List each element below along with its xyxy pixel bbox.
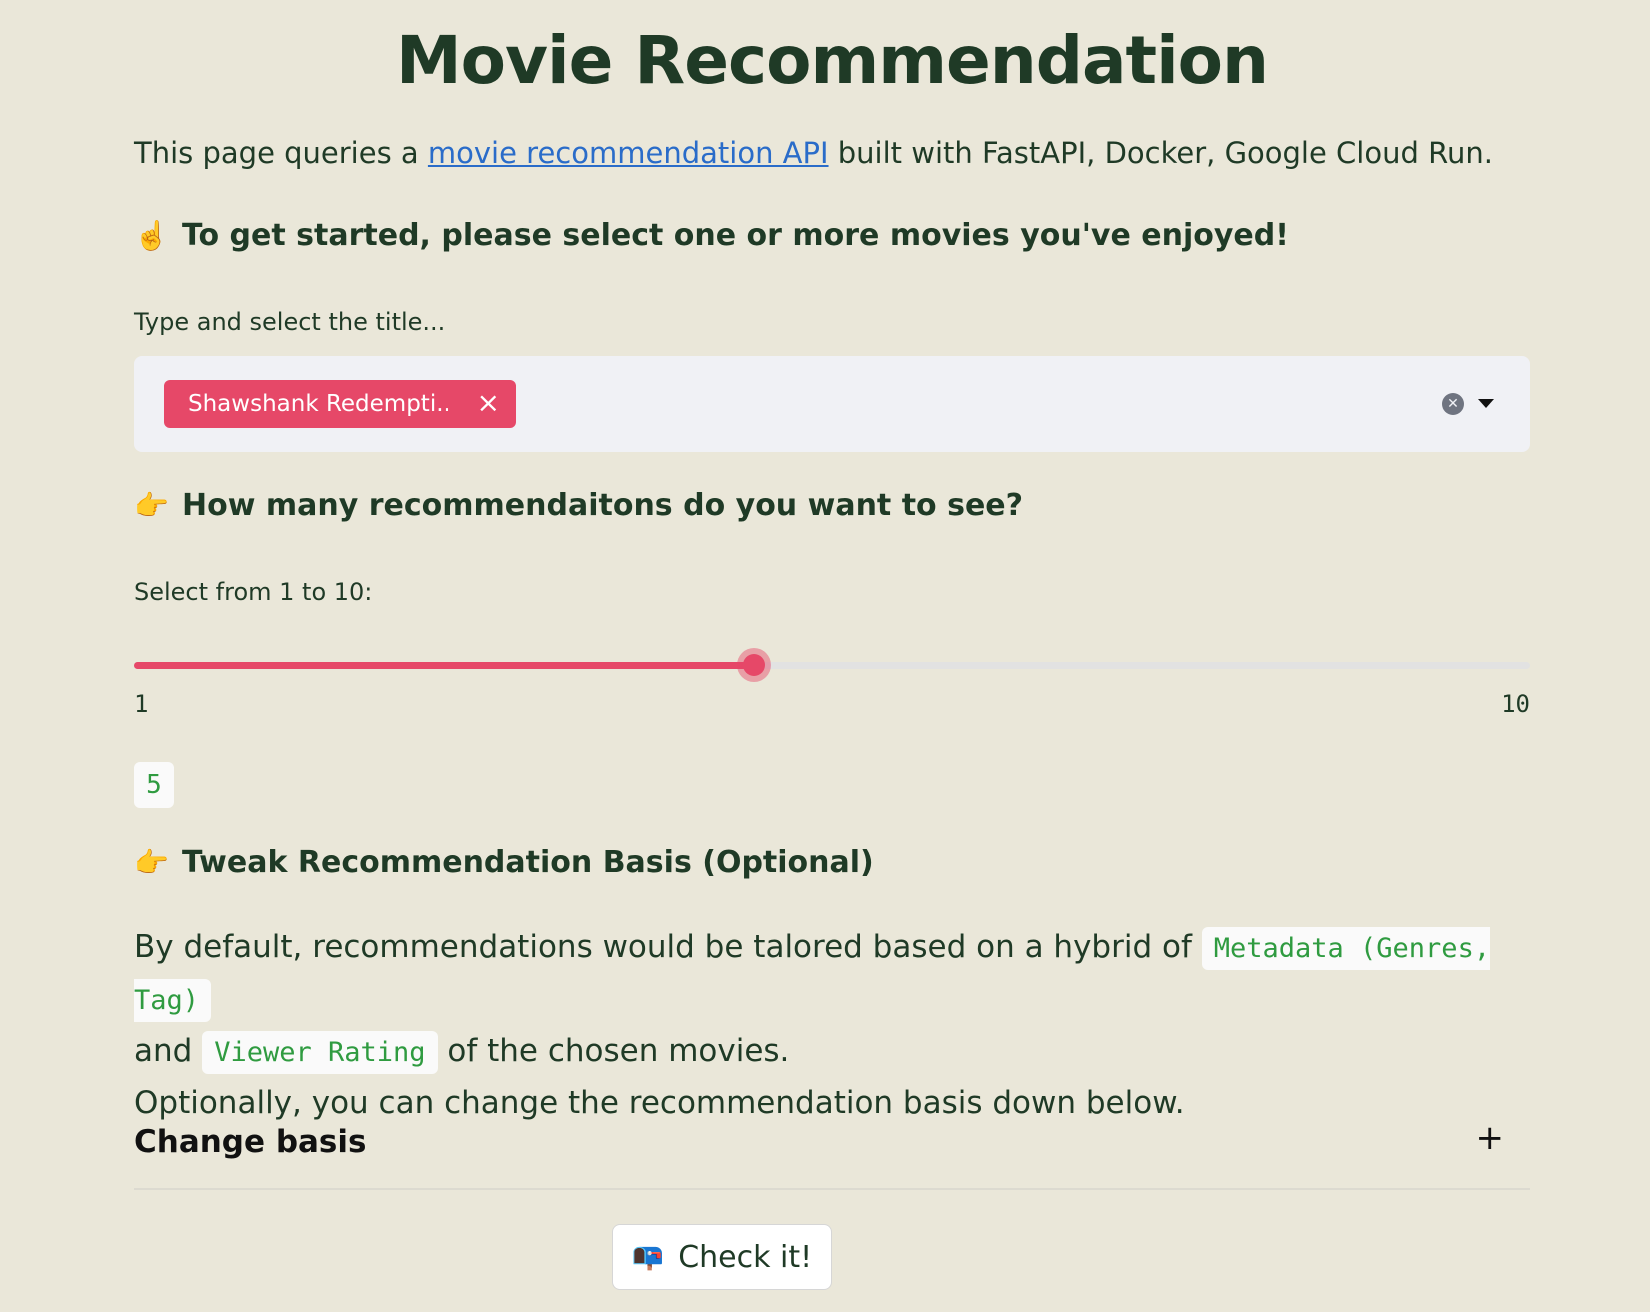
selected-movie-tag-label: Shawshank Redempti... (188, 391, 448, 417)
section-heading-count: 👉 How many recommendaitons do you want t… (134, 488, 1023, 523)
basis-text-1: By default, recommendations would be tal… (134, 929, 1202, 965)
slider-max-label: 10 (1501, 690, 1530, 718)
api-link[interactable]: movie recommendation API (428, 136, 829, 170)
section-heading-select: ☝️ To get started, please select one or … (134, 218, 1289, 253)
pointing-up-icon: ☝️ (134, 219, 169, 252)
selected-movie-tag[interactable]: Shawshank Redempti... × (164, 380, 516, 428)
section-heading-select-text: To get started, please select one or mor… (182, 218, 1289, 253)
basis-text-4: Optionally, you can change the recommend… (134, 1085, 1185, 1121)
slider-label: Select from 1 to 10: (134, 578, 373, 606)
intro-suffix: built with FastAPI, Docker, Google Cloud… (828, 136, 1493, 170)
basis-text-3: of the chosen movies. (437, 1033, 790, 1069)
viewer-rating-code: Viewer Rating (202, 1031, 438, 1074)
mailbox-icon: 📭 (631, 1242, 665, 1272)
pointing-right-icon: 👉 (134, 846, 169, 879)
slider-thumb[interactable] (737, 648, 771, 682)
recommendation-count-slider[interactable] (134, 648, 1530, 682)
pointing-right-icon: 👉 (134, 489, 169, 522)
change-basis-expander[interactable]: Change basis + (134, 1118, 1530, 1190)
check-it-label: Check it! (678, 1239, 813, 1275)
check-it-button[interactable]: 📭 Check it! (612, 1224, 832, 1290)
basis-text-2: and (134, 1033, 203, 1069)
intro-prefix: This page queries a (134, 136, 428, 170)
movie-select-label: Type and select the title... (134, 308, 446, 336)
section-heading-basis-text: Tweak Recommendation Basis (Optional) (182, 845, 874, 880)
slider-min-label: 1 (134, 690, 149, 718)
plus-icon[interactable]: + (1476, 1118, 1505, 1158)
section-heading-basis: 👉 Tweak Recommendation Basis (Optional) (134, 845, 874, 880)
page-title: Movie Recommendation (395, 22, 1269, 99)
slider-value-badge: 5 (134, 762, 174, 808)
chevron-down-icon[interactable] (1478, 399, 1494, 408)
section-heading-count-text: How many recommendaitons do you want to … (182, 488, 1024, 523)
intro-text: This page queries a movie recommendation… (134, 136, 1493, 170)
movie-multiselect[interactable]: Shawshank Redempti... × ✕ (134, 356, 1530, 452)
close-icon[interactable]: × (477, 388, 500, 418)
basis-description: By default, recommendations would be tal… (134, 922, 1530, 1128)
clear-all-icon[interactable]: ✕ (1442, 393, 1464, 415)
slider-fill (134, 662, 754, 669)
change-basis-label: Change basis (134, 1124, 367, 1160)
